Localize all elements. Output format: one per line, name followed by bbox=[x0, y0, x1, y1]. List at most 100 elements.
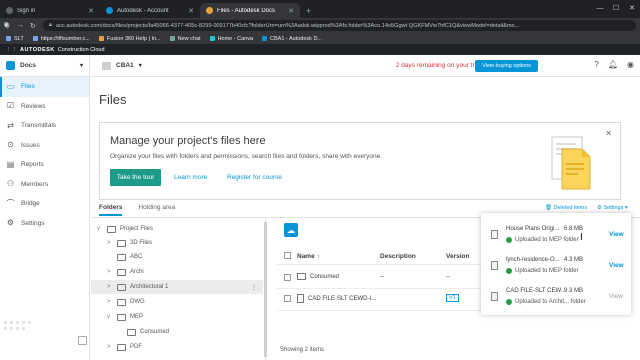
browser-tab-account[interactable]: Autodesk - Account ✕ bbox=[100, 3, 200, 18]
tab-holding-area[interactable]: Holding area bbox=[138, 204, 175, 216]
row-checkbox[interactable] bbox=[284, 295, 291, 302]
file-icon bbox=[491, 261, 498, 270]
menu-icon[interactable]: ⋮ bbox=[4, 22, 11, 30]
transmittal-icon: ⇄ bbox=[7, 120, 14, 130]
deleted-items-link[interactable]: 🗑︎ Deleted items bbox=[545, 205, 587, 211]
bookmark-item[interactable]: SLT bbox=[6, 36, 24, 42]
column-header-name[interactable]: Name ↑ bbox=[297, 253, 320, 260]
close-icon[interactable]: ✕ bbox=[605, 129, 612, 138]
sidebar-item-files[interactable]: ▭ Files bbox=[0, 77, 89, 97]
project-thumbnail-icon bbox=[102, 61, 111, 70]
help-icon[interactable]: ? bbox=[594, 60, 598, 69]
view-button[interactable]: View bbox=[609, 262, 624, 269]
tab-favicon-icon bbox=[6, 7, 13, 14]
browser-tab-strip: Sign in ✕ Autodesk - Account ✕ Files - Aut… bbox=[0, 0, 640, 18]
bookmark-item[interactable]: https://tlftsumber.c... bbox=[32, 36, 90, 42]
tree-item-mep[interactable]: v MEP bbox=[107, 310, 143, 324]
product-selector[interactable]: Docs ▾ bbox=[0, 55, 90, 76]
bridge-icon: ⌒ bbox=[6, 198, 15, 208]
more-options-icon[interactable]: ⋮ bbox=[251, 284, 257, 291]
settings-link[interactable]: ⚙ Settings ▾ bbox=[597, 205, 628, 211]
sidebar-item-transmittals[interactable]: ⇄ Transmittals bbox=[0, 116, 89, 136]
docs-logo-icon bbox=[6, 61, 15, 70]
chevron-down-icon: v bbox=[107, 314, 110, 320]
tree-item-archi[interactable]: > Archi bbox=[107, 265, 144, 279]
view-buying-options-button[interactable]: View buying options bbox=[475, 60, 538, 72]
close-window-icon[interactable]: ✕ bbox=[624, 0, 640, 16]
bookmark-item[interactable]: Fusion 360 Help | In... bbox=[98, 36, 161, 42]
browser-tab-sign-in[interactable]: Sign in ✕ bbox=[0, 3, 100, 18]
apps-grid-icon[interactable]: ⋮⋮ bbox=[6, 47, 17, 53]
tab-folders[interactable]: Folders bbox=[99, 204, 123, 216]
view-button[interactable]: View bbox=[609, 293, 623, 300]
file-icon bbox=[491, 292, 498, 301]
upload-button[interactable]: ☁ bbox=[284, 223, 298, 237]
learn-more-link[interactable]: Learn more bbox=[174, 174, 207, 181]
gear-icon: ⚙ bbox=[6, 218, 15, 228]
close-icon[interactable]: ✕ bbox=[188, 7, 194, 15]
tree-scrollbar[interactable] bbox=[264, 222, 267, 357]
new-tab-button[interactable]: + bbox=[300, 3, 317, 18]
table-row-name[interactable]: Consumed bbox=[297, 273, 339, 280]
report-icon: ▤ bbox=[6, 159, 15, 169]
maximize-icon[interactable]: ☐ bbox=[608, 0, 624, 16]
table-cell-description: -- bbox=[380, 274, 384, 280]
bookmark-item[interactable]: Home - Canva bbox=[209, 36, 253, 42]
reload-icon[interactable]: ↻ bbox=[30, 22, 38, 30]
view-button[interactable]: View bbox=[609, 231, 624, 238]
bookmark-icon bbox=[209, 36, 215, 41]
folder-icon bbox=[117, 283, 126, 291]
file-icon bbox=[491, 230, 498, 239]
tree-item-consumed[interactable]: Consumed bbox=[117, 325, 169, 339]
close-icon[interactable]: ✕ bbox=[88, 7, 94, 15]
forward-icon[interactable]: → bbox=[17, 22, 25, 29]
banner-heading: Manage your project's files here bbox=[110, 135, 266, 147]
notifications-icon[interactable]: 🔔︎ bbox=[608, 60, 618, 69]
bookmark-item[interactable]: CBA1 - Autodesk D... bbox=[262, 36, 322, 42]
tree-item-architectural-1[interactable]: > Architectural 1 ⋮ bbox=[91, 280, 263, 294]
chevron-down-icon: v bbox=[97, 226, 100, 232]
trash-icon: 🗑︎ bbox=[545, 205, 552, 211]
close-icon[interactable]: ✕ bbox=[288, 7, 294, 15]
minimize-icon[interactable]: — bbox=[592, 0, 608, 16]
column-header-version[interactable]: Version bbox=[446, 253, 469, 260]
files-illustration-icon bbox=[551, 136, 591, 190]
user-avatar-icon[interactable]: ◉ bbox=[627, 60, 634, 69]
sidebar-item-settings[interactable]: ⚙ Settings bbox=[0, 214, 89, 234]
sidebar-item-reports[interactable]: ▤ Reports bbox=[0, 155, 89, 175]
tree-item-dwg[interactable]: > DWG bbox=[107, 295, 145, 309]
sidebar-item-members[interactable]: ⚇ Members bbox=[0, 175, 89, 195]
bookmark-icon bbox=[262, 36, 268, 41]
upload-item: House Plans Origi... 6.8 MB Uploaded to … bbox=[481, 221, 631, 251]
sidebar-watermark-graphic bbox=[4, 321, 31, 330]
browser-tab-files[interactable]: Files - Autodesk Docs ✕ bbox=[200, 3, 300, 18]
chevron-down-icon: ▾ bbox=[79, 63, 83, 69]
bookmark-icon bbox=[169, 36, 175, 41]
select-all-checkbox[interactable] bbox=[284, 252, 291, 259]
row-divider bbox=[277, 264, 482, 265]
register-course-link[interactable]: Register for course bbox=[227, 174, 282, 181]
take-the-tour-button[interactable]: Take the tour bbox=[110, 169, 161, 186]
row-divider bbox=[277, 310, 482, 311]
sort-arrow-up-icon: ↑ bbox=[316, 253, 320, 260]
check-circle-icon bbox=[506, 268, 512, 274]
sidebar-item-bridge[interactable]: ⌒ Bridge bbox=[0, 194, 89, 214]
sidebar-item-issues[interactable]: ⊙ Issues bbox=[0, 136, 89, 156]
bookmark-item[interactable]: New chat bbox=[169, 36, 201, 42]
upload-item: lynch-residence-O... 4.3 MB Uploaded to … bbox=[481, 252, 631, 282]
chevron-down-icon: ▾ bbox=[138, 63, 142, 69]
chat-icon[interactable] bbox=[78, 336, 87, 345]
row-checkbox[interactable] bbox=[284, 274, 291, 281]
column-header-description[interactable]: Description bbox=[380, 253, 416, 260]
url-field[interactable]: 🔒︎ acc.autodesk.com/docs/files/projects/f… bbox=[43, 20, 636, 31]
tree-item-3d-files[interactable]: >3D Files bbox=[107, 236, 152, 250]
project-selector[interactable]: CBA1 ▾ bbox=[90, 61, 142, 70]
row-divider bbox=[277, 288, 482, 289]
table-row-name[interactable]: CAD FILE-SLT CEWD-I... bbox=[297, 294, 376, 303]
tree-item-pdf[interactable]: > PDF bbox=[107, 340, 142, 354]
version-badge[interactable]: V1 bbox=[446, 294, 459, 302]
tree-item-abc[interactable]: ABC bbox=[107, 250, 142, 264]
sidebar-item-reviews[interactable]: ☑ Reviews bbox=[0, 97, 89, 117]
top-bar: Docs ▾ CBA1 ▾ 2 days remaining on your t… bbox=[0, 55, 640, 77]
tree-item-project-files[interactable]: v Project Files bbox=[97, 222, 153, 236]
